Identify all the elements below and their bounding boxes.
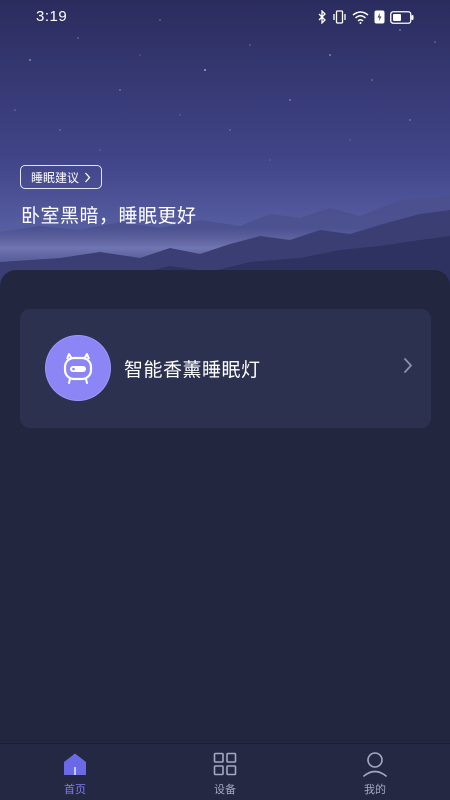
home-icon bbox=[62, 751, 88, 777]
tab-profile[interactable]: 我的 bbox=[300, 744, 450, 800]
grid-icon bbox=[213, 751, 237, 777]
profile-icon bbox=[362, 751, 388, 777]
home-screen: 3:19 睡眠建议 卧室黑暗，睡眠更好 智能香薰睡眠灯 首页 设备 我的 bbox=[0, 0, 450, 800]
tab-devices[interactable]: 设备 bbox=[150, 744, 300, 800]
sleep-advice-button[interactable]: 睡眠建议 bbox=[20, 165, 103, 189]
status-bar: 3:19 bbox=[0, 0, 450, 34]
device-avatar bbox=[45, 335, 111, 401]
status-icons bbox=[318, 8, 414, 26]
wifi-icon bbox=[352, 10, 369, 24]
status-time: 3:19 bbox=[36, 8, 68, 25]
device-card[interactable]: 智能香薰睡眠灯 bbox=[20, 309, 431, 428]
night-sky-mountains-image bbox=[0, 19, 450, 300]
sleep-tip-headline: 卧室黑暗，睡眠更好 bbox=[21, 205, 197, 227]
sleep-advice-label: 睡眠建议 bbox=[31, 170, 80, 185]
vibrate-icon bbox=[332, 10, 347, 24]
tab-home[interactable]: 首页 bbox=[0, 744, 150, 800]
bottom-nav: 首页 设备 我的 bbox=[0, 743, 450, 800]
device-name: 智能香薰睡眠灯 bbox=[124, 359, 261, 381]
tab-home-label: 首页 bbox=[64, 783, 86, 796]
device-list-panel: 智能香薰睡眠灯 bbox=[0, 270, 450, 745]
bluetooth-icon bbox=[318, 10, 327, 24]
chevron-right-icon bbox=[403, 357, 413, 374]
battery-icon bbox=[390, 10, 414, 24]
tab-profile-label: 我的 bbox=[364, 783, 386, 796]
tab-devices-label: 设备 bbox=[214, 783, 236, 796]
hero-background bbox=[0, 0, 450, 300]
aroma-lamp-icon bbox=[63, 353, 93, 384]
battery-saver-icon bbox=[374, 10, 385, 24]
chevron-right-icon bbox=[84, 172, 91, 183]
